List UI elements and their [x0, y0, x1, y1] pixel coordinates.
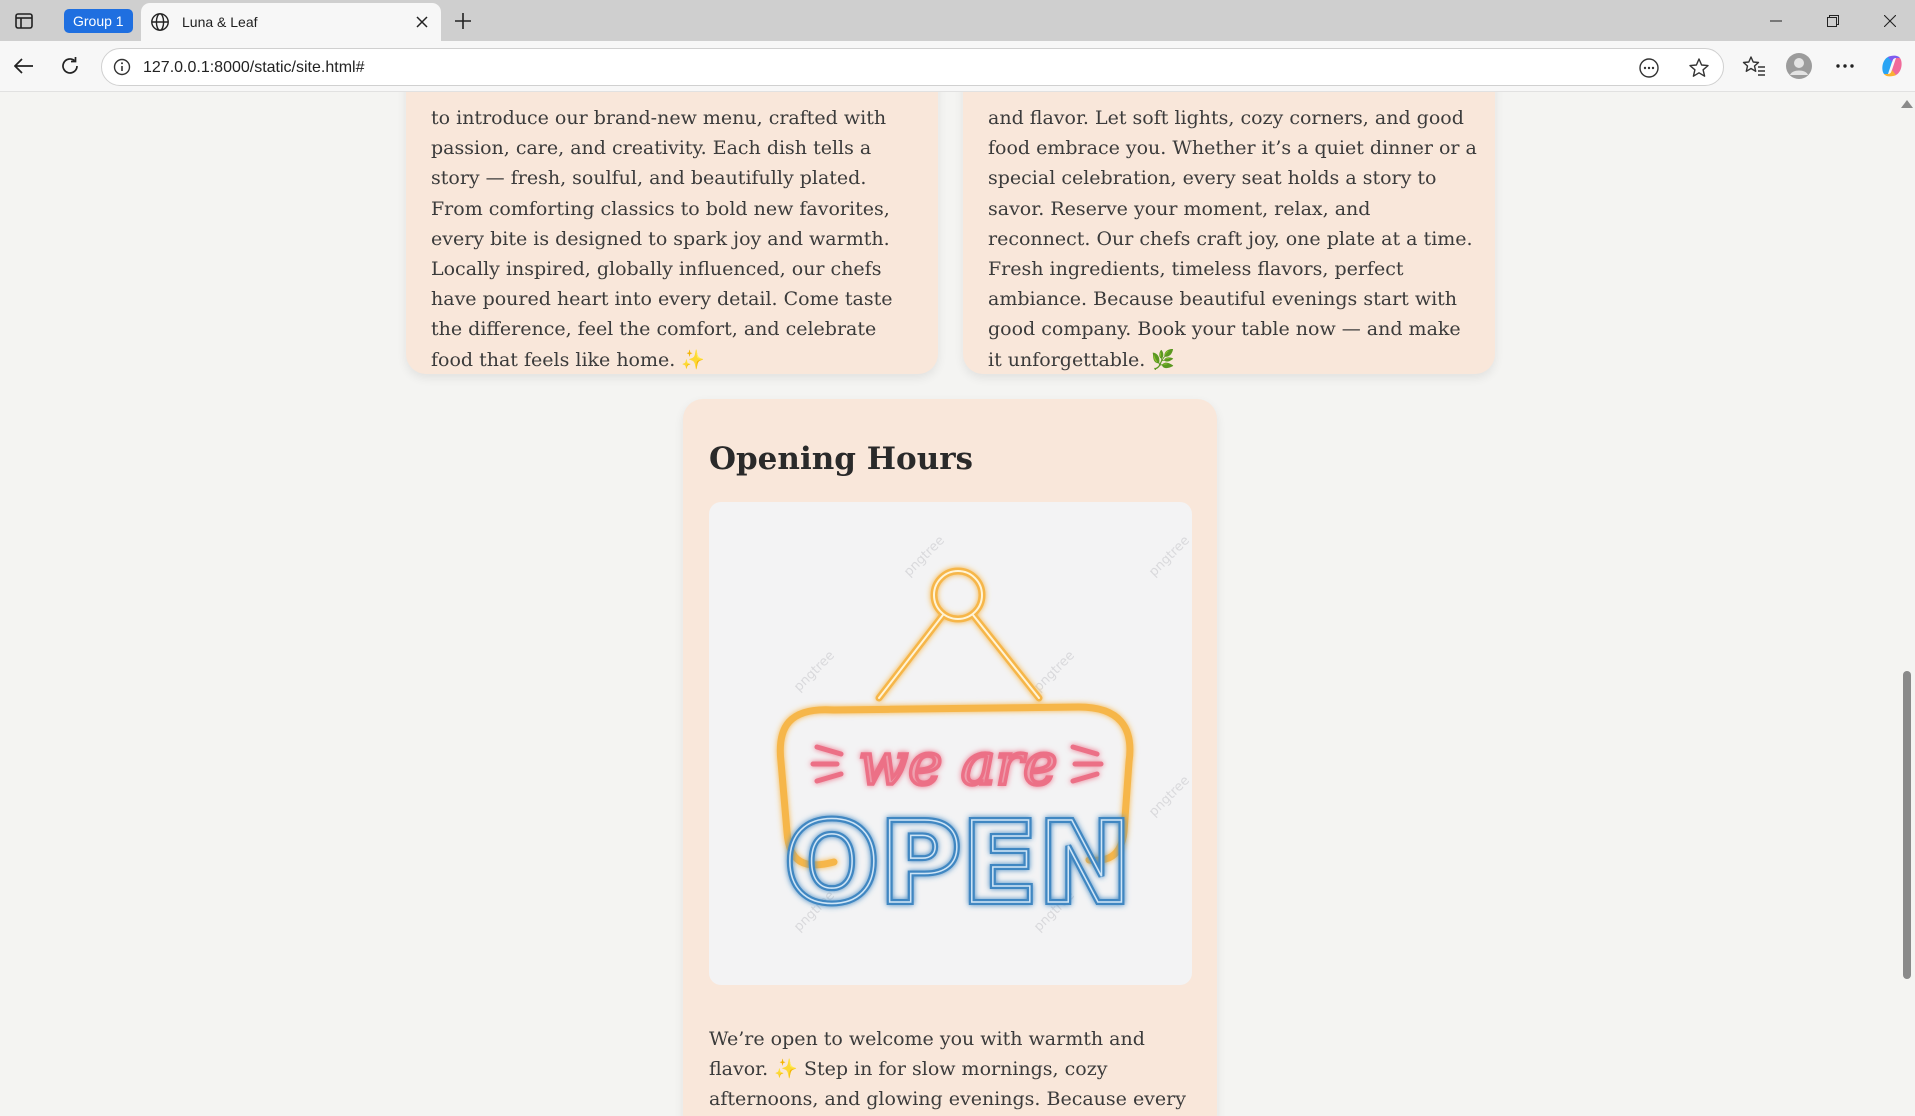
tab-actions-icon[interactable] — [10, 7, 38, 35]
new-tab-button[interactable] — [449, 7, 477, 35]
tab-title: Luna & Leaf — [182, 14, 258, 30]
minimize-icon[interactable] — [1748, 0, 1804, 41]
watermark-text: pngtree — [901, 533, 948, 580]
browser-toolbar: 127.0.0.1:8000/static/site.html# — [0, 41, 1915, 92]
restore-icon[interactable] — [1805, 0, 1861, 41]
info-icon[interactable] — [112, 57, 132, 77]
tab-active[interactable]: Luna & Leaf — [141, 3, 441, 41]
close-icon[interactable] — [412, 12, 432, 32]
more-options-icon[interactable] — [1829, 50, 1861, 82]
opening-hours-text: We’re open to welcome you with warmth an… — [709, 1028, 1186, 1111]
window-close-icon[interactable] — [1862, 0, 1915, 41]
watermark-text: pngtree — [791, 648, 838, 695]
star-icon[interactable] — [1685, 54, 1713, 82]
reload-icon[interactable] — [54, 50, 86, 82]
opening-hours-card: Opening Hours pngtree pngtree pngtree pn… — [683, 399, 1217, 1116]
page-viewport: to introduce our brand-new menu, crafted… — [0, 92, 1915, 1116]
watermark-text: pngtree — [1146, 773, 1192, 820]
copilot-icon[interactable] — [1876, 50, 1908, 82]
menu-card-text: to introduce our brand-new menu, crafted… — [431, 107, 893, 371]
opening-hours-title: Opening Hours — [709, 441, 974, 477]
back-arrow-icon[interactable] — [8, 50, 40, 82]
reserve-card: and flavor. Let soft lights, cozy corner… — [963, 92, 1495, 374]
reading-mode-icon[interactable] — [1635, 54, 1663, 82]
sign-open-text-inner: OPEN — [784, 799, 1132, 929]
watermark-text: pngtree — [1146, 533, 1192, 580]
tab-group-chip[interactable]: Group 1 — [64, 9, 133, 33]
watermark-text: pngtree — [1031, 648, 1078, 695]
open-sign-image: pngtree pngtree pngtree pngtree pngtree … — [709, 502, 1192, 985]
vertical-scrollbar[interactable] — [1898, 92, 1915, 1116]
favorites-icon[interactable] — [1738, 50, 1770, 82]
sign-we-are-text: we are — [858, 730, 1057, 798]
address-bar[interactable]: 127.0.0.1:8000/static/site.html# — [101, 48, 1724, 86]
tab-strip: Group 1 Luna & Leaf — [0, 0, 1915, 41]
menu-card: to introduce our brand-new menu, crafted… — [406, 92, 938, 374]
scroll-up-arrow-icon[interactable] — [1901, 100, 1913, 108]
url-text: 127.0.0.1:8000/static/site.html# — [143, 59, 365, 76]
profile-avatar-icon[interactable] — [1783, 50, 1815, 82]
scroll-thumb[interactable] — [1903, 671, 1911, 979]
reserve-card-text: and flavor. Let soft lights, cozy corner… — [988, 107, 1477, 371]
globe-icon — [150, 12, 170, 32]
